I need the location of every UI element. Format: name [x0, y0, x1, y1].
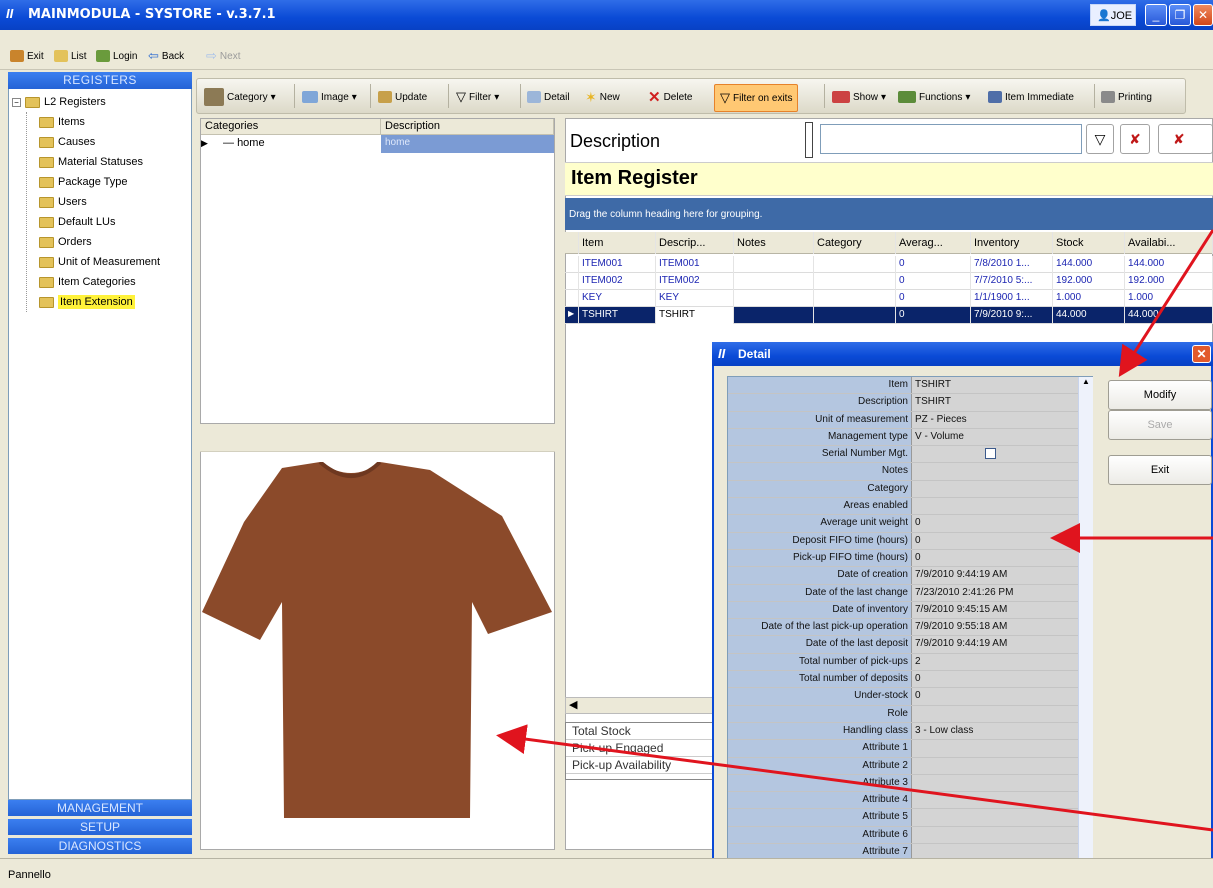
arrow-to-detail-title: [1118, 229, 1213, 378]
status-text: Pannello: [8, 869, 51, 881]
annotation-arrows: [496, 229, 1213, 832]
status-bar: Pannello: [0, 858, 1213, 888]
arrow-to-image: [496, 724, 1213, 832]
